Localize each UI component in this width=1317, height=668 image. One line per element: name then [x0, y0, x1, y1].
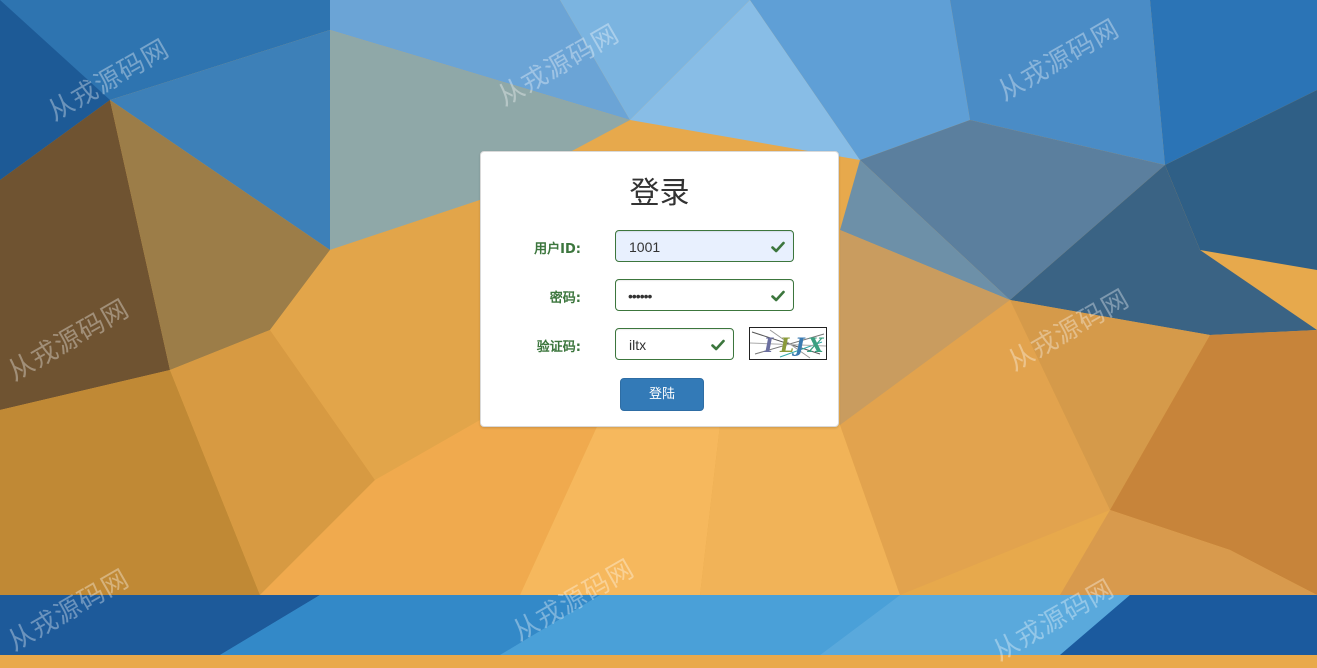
user-id-value: 1001: [629, 239, 661, 255]
captcha-value: iltx: [629, 337, 647, 353]
user-id-input[interactable]: 1001: [615, 230, 794, 262]
svg-text:I: I: [763, 333, 774, 357]
check-icon: [711, 339, 725, 351]
page-title: 登录: [629, 176, 690, 211]
password-value: ••••••: [628, 288, 652, 304]
user-id-label: 用户ID:: [534, 242, 581, 257]
captcha-image[interactable]: I L J X: [749, 327, 827, 360]
check-icon: [771, 241, 785, 253]
svg-text:X: X: [806, 333, 825, 357]
captcha-label: 验证码:: [536, 340, 581, 355]
check-icon: [771, 290, 785, 302]
login-button[interactable]: 登陆: [620, 378, 704, 411]
captcha-input[interactable]: iltx: [615, 328, 734, 360]
svg-text:L: L: [779, 333, 794, 357]
password-label: 密码:: [549, 291, 581, 306]
login-panel: 登录 用户ID: 1001 密码: •••••• 验证码: iltx I L J…: [480, 151, 839, 427]
password-input[interactable]: ••••••: [615, 279, 794, 311]
